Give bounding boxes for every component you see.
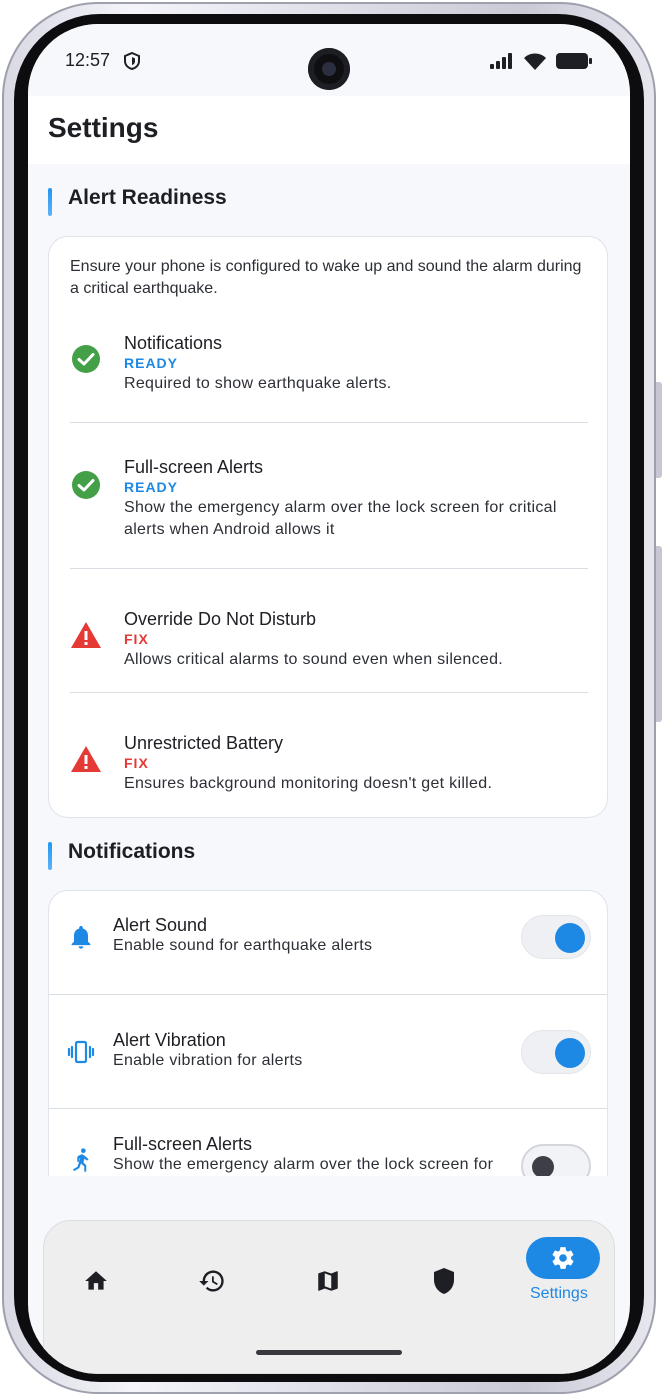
volume-button bbox=[656, 382, 662, 478]
readiness-item-description: Required to show earthquake alerts. bbox=[124, 375, 392, 392]
readiness-item-title: Unrestricted Battery bbox=[124, 733, 284, 753]
divider bbox=[70, 422, 588, 423]
page-title: Settings bbox=[48, 112, 159, 143]
home-icon bbox=[85, 1271, 107, 1290]
nav-map[interactable] bbox=[298, 1261, 358, 1301]
setting-title: Alert Vibration bbox=[113, 1030, 226, 1050]
history-icon bbox=[199, 1270, 224, 1292]
front-camera bbox=[308, 48, 350, 90]
shield-icon bbox=[434, 1268, 454, 1294]
section-accent-bar bbox=[48, 188, 52, 216]
status-badge: FIX bbox=[124, 755, 149, 771]
map-icon bbox=[318, 1271, 338, 1291]
battery-icon bbox=[556, 53, 592, 69]
home-indicator[interactable] bbox=[256, 1350, 402, 1355]
notifications-card: Alert Sound Enable sound for earthquake … bbox=[48, 890, 608, 1176]
screen: 12:57 Settings Alert Readiness Ensure yo… bbox=[28, 24, 630, 1374]
toggle-knob bbox=[532, 1156, 554, 1176]
status-time: 12:57 bbox=[65, 50, 111, 70]
wifi-icon bbox=[524, 53, 546, 70]
section-notifications: Notifications bbox=[48, 840, 196, 870]
toggle-knob bbox=[555, 923, 585, 953]
readiness-item-title: Full-screen Alerts bbox=[124, 457, 264, 477]
power-button bbox=[656, 546, 662, 722]
app-bar: Settings bbox=[28, 96, 630, 164]
vibration-icon bbox=[67, 1040, 95, 1064]
status-bar: 12:57 bbox=[28, 24, 630, 96]
privacy-shield-icon bbox=[124, 52, 140, 70]
settings-content[interactable]: Alert Readiness Ensure your phone is con… bbox=[28, 164, 630, 1176]
check-circle-icon bbox=[72, 345, 100, 373]
divider bbox=[70, 568, 588, 569]
setting-row-alert-sound[interactable]: Alert Sound Enable sound for earthquake … bbox=[49, 891, 607, 995]
section-heading: Alert Readiness bbox=[68, 186, 227, 209]
divider bbox=[49, 1108, 607, 1109]
section-alert-readiness: Alert Readiness bbox=[48, 186, 227, 216]
alert-vibration-toggle[interactable] bbox=[521, 1030, 591, 1074]
warning-icon bbox=[71, 746, 101, 772]
nav-settings[interactable] bbox=[526, 1237, 600, 1279]
warning-icon bbox=[71, 622, 101, 648]
setting-description: Show the emergency alarm over the lock s… bbox=[113, 1156, 494, 1173]
readiness-intro: Ensure your phone is configured to wake … bbox=[70, 258, 582, 297]
nav-settings-label: Settings bbox=[530, 1285, 588, 1302]
gear-icon bbox=[552, 1247, 574, 1269]
divider bbox=[49, 994, 607, 995]
readiness-item-description: Ensures background monitoring doesn't ge… bbox=[124, 775, 493, 792]
setting-title: Alert Sound bbox=[113, 915, 208, 935]
status-icons bbox=[490, 52, 592, 70]
nav-history[interactable] bbox=[182, 1261, 242, 1301]
setting-description: Enable vibration for alerts bbox=[113, 1052, 303, 1069]
divider bbox=[70, 692, 588, 693]
status-badge: READY bbox=[124, 479, 179, 495]
alert-sound-toggle[interactable] bbox=[521, 915, 591, 959]
check-circle-icon bbox=[72, 471, 100, 499]
status-badge: READY bbox=[124, 355, 179, 371]
bell-icon bbox=[71, 925, 91, 949]
status-badge: FIX bbox=[124, 631, 149, 647]
toggle-knob bbox=[555, 1038, 585, 1068]
setting-description: Enable sound for earthquake alerts bbox=[113, 937, 373, 954]
running-person-icon bbox=[73, 1148, 89, 1172]
signal-icon bbox=[490, 53, 512, 69]
nav-safety[interactable] bbox=[414, 1261, 474, 1301]
readiness-item-title: Override Do Not Disturb bbox=[124, 609, 317, 629]
full-screen-alerts-toggle[interactable] bbox=[521, 1144, 591, 1176]
setting-row-full-screen-alerts[interactable]: Full-screen Alerts Show the emergency al… bbox=[49, 1110, 607, 1176]
readiness-item-description: Show the emergency alarm over the lock s… bbox=[124, 499, 557, 538]
setting-title: Full-screen Alerts bbox=[113, 1134, 253, 1154]
readiness-item-title: Notifications bbox=[124, 333, 223, 353]
readiness-item-description: Allows critical alarms to sound even whe… bbox=[124, 651, 504, 668]
readiness-card: Ensure your phone is configured to wake … bbox=[48, 236, 608, 818]
nav-home[interactable] bbox=[66, 1261, 126, 1301]
setting-row-alert-vibration[interactable]: Alert Vibration Enable vibration for ale… bbox=[49, 1006, 607, 1110]
section-heading: Notifications bbox=[68, 840, 196, 863]
section-accent-bar bbox=[48, 842, 52, 870]
